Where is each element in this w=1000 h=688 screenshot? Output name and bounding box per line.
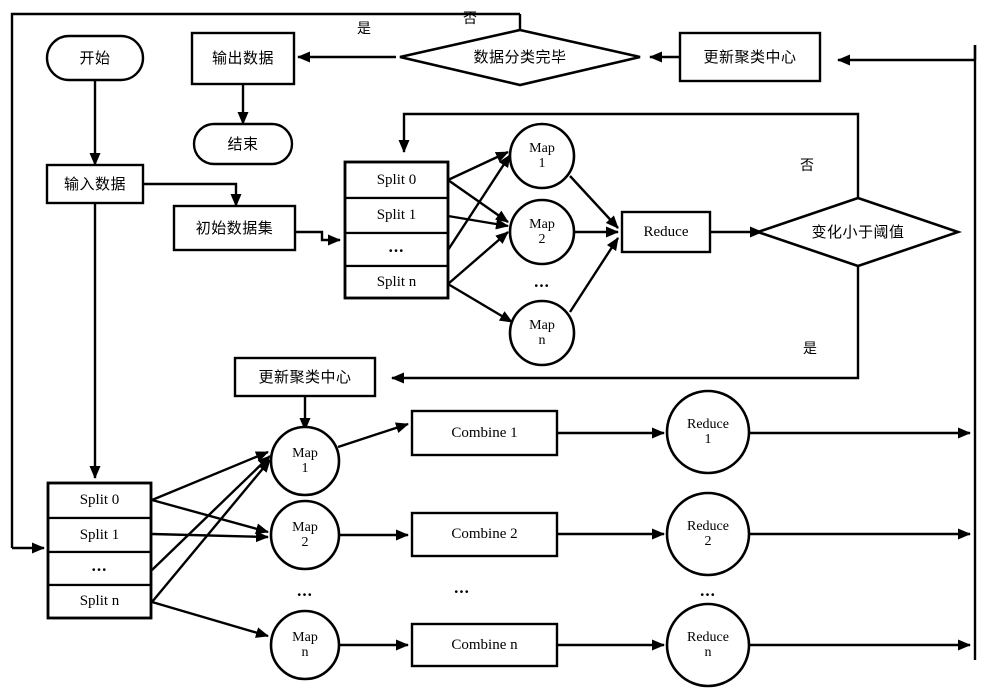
shape-split-stack-top (343, 160, 450, 300)
shape-map1-bottom (269, 425, 341, 497)
edge-split1-to-map2 (447, 214, 509, 230)
edge-threshold-no-loop (398, 112, 860, 198)
edge-split0-to-map2 (447, 179, 509, 223)
edge-initial-dataset-to-split (295, 230, 341, 246)
edge-lsplitmid-to-map1 (151, 455, 271, 571)
shape-reduce1 (665, 389, 751, 475)
shape-initial-dataset (172, 204, 297, 252)
edge-mid-to-map1 (446, 154, 512, 251)
shape-map1-top (508, 122, 576, 190)
shape-combinen (410, 622, 559, 668)
shape-classify-diamond (399, 28, 641, 87)
shape-split-stack-bottom (46, 481, 153, 620)
shape-output-data (190, 31, 296, 86)
shape-start-oval (45, 34, 145, 82)
shape-threshold-diamond (753, 196, 963, 268)
flowchart-vector-layer (10, 12, 977, 688)
shape-update-centers-top (678, 31, 822, 83)
shape-mapn-bottom (269, 609, 341, 681)
shape-reducen (665, 602, 751, 688)
edge-splitn-to-map2 (447, 231, 509, 285)
shape-combine2 (410, 511, 559, 558)
flowchart-canvas: 开始 输入数据 输出数据 结束 初始数据集 数据分类完毕 变化小于阈值 更新聚类… (0, 0, 1000, 688)
shape-map2-top (508, 198, 576, 266)
shape-update-centers-bottom (233, 356, 377, 398)
edge-mapn-to-reduce (568, 237, 620, 313)
shape-map2-bottom (269, 499, 341, 571)
edge-lsplit1-to-map2 (151, 531, 269, 543)
shape-end-oval (192, 122, 294, 166)
edge-map1-to-combine1 (337, 422, 409, 449)
edge-splitn-to-mapn (447, 282, 513, 324)
edge-input-to-initial-dataset (143, 182, 242, 207)
shape-input-data (45, 163, 145, 205)
edge-lsplit0-to-map2 (151, 498, 269, 535)
edge-map1-to-reduce (569, 175, 619, 229)
edge-threshold-yes-to-update-centers (391, 266, 860, 384)
edge-split0-to-map1 (447, 150, 509, 182)
shape-reduce2 (665, 491, 751, 577)
shape-reduce-top (620, 210, 712, 254)
shape-mapn-top (508, 299, 576, 367)
shape-combine1 (410, 409, 559, 457)
edge-lsplitn-to-mapn (151, 600, 269, 638)
edge-lsplitn-to-map1 (151, 459, 271, 603)
